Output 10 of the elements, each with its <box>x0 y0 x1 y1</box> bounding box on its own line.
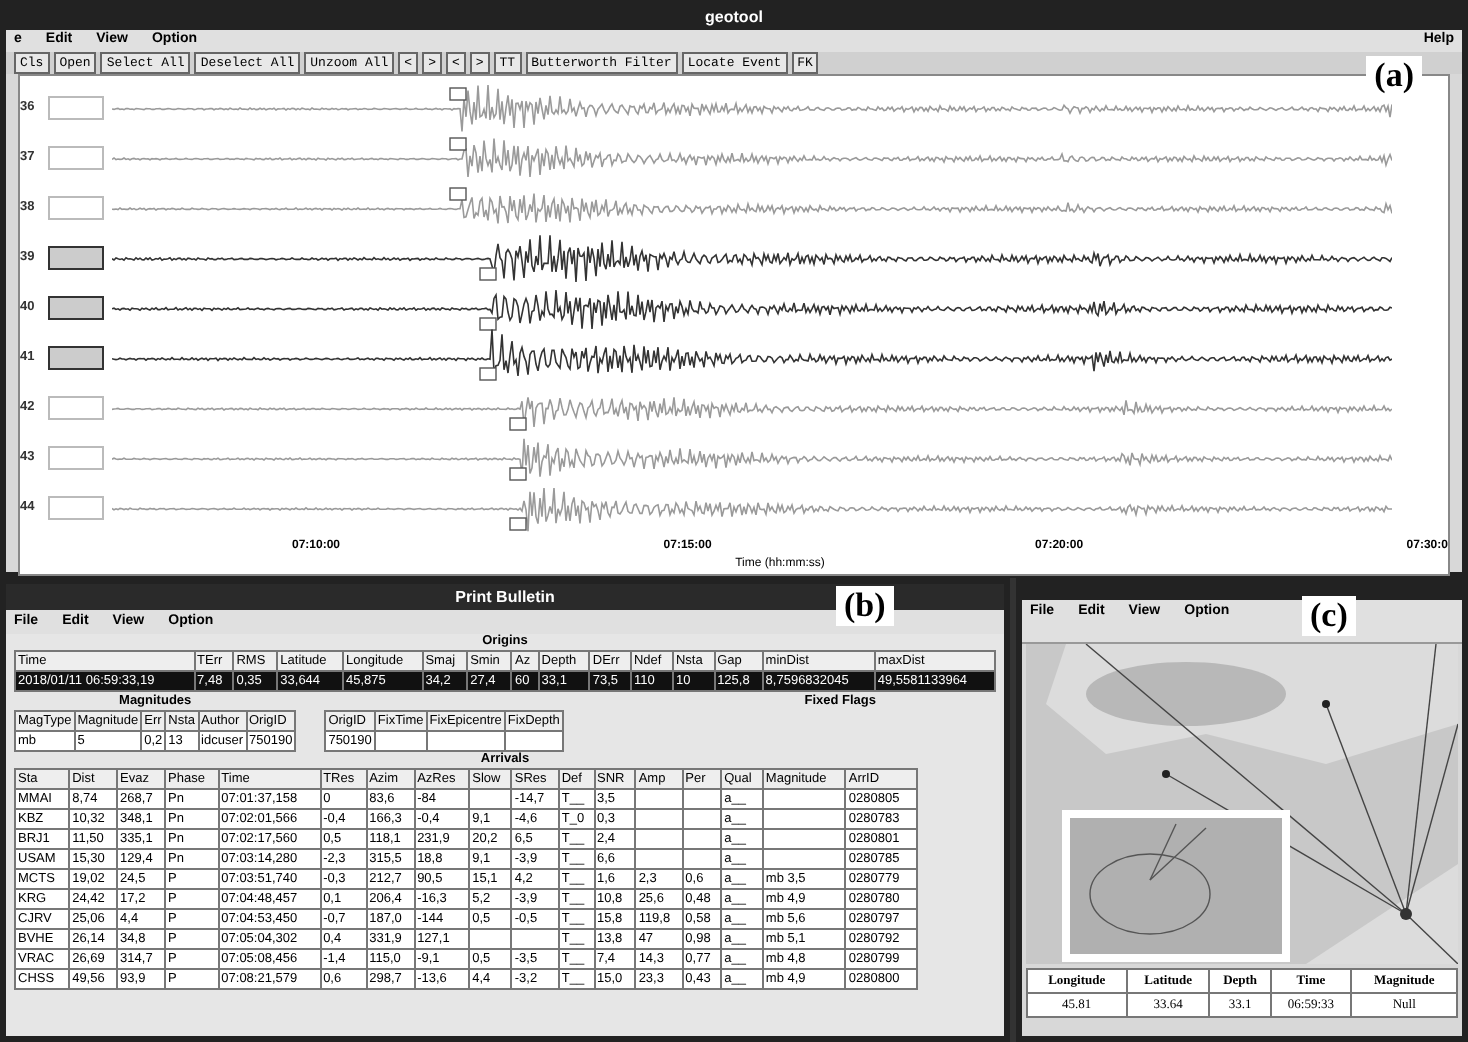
panel-label: (b) <box>836 586 894 626</box>
panel-label: (c) <box>1302 596 1356 636</box>
panel-label: (a) <box>1366 55 1422 95</box>
table-cell <box>504 731 563 751</box>
table-cell <box>426 731 505 751</box>
channel-label[interactable] <box>48 246 104 270</box>
table-cell <box>374 731 427 751</box>
window-title: geotool <box>6 6 1462 30</box>
channel-label[interactable] <box>48 346 104 370</box>
channel-label[interactable] <box>48 296 104 320</box>
